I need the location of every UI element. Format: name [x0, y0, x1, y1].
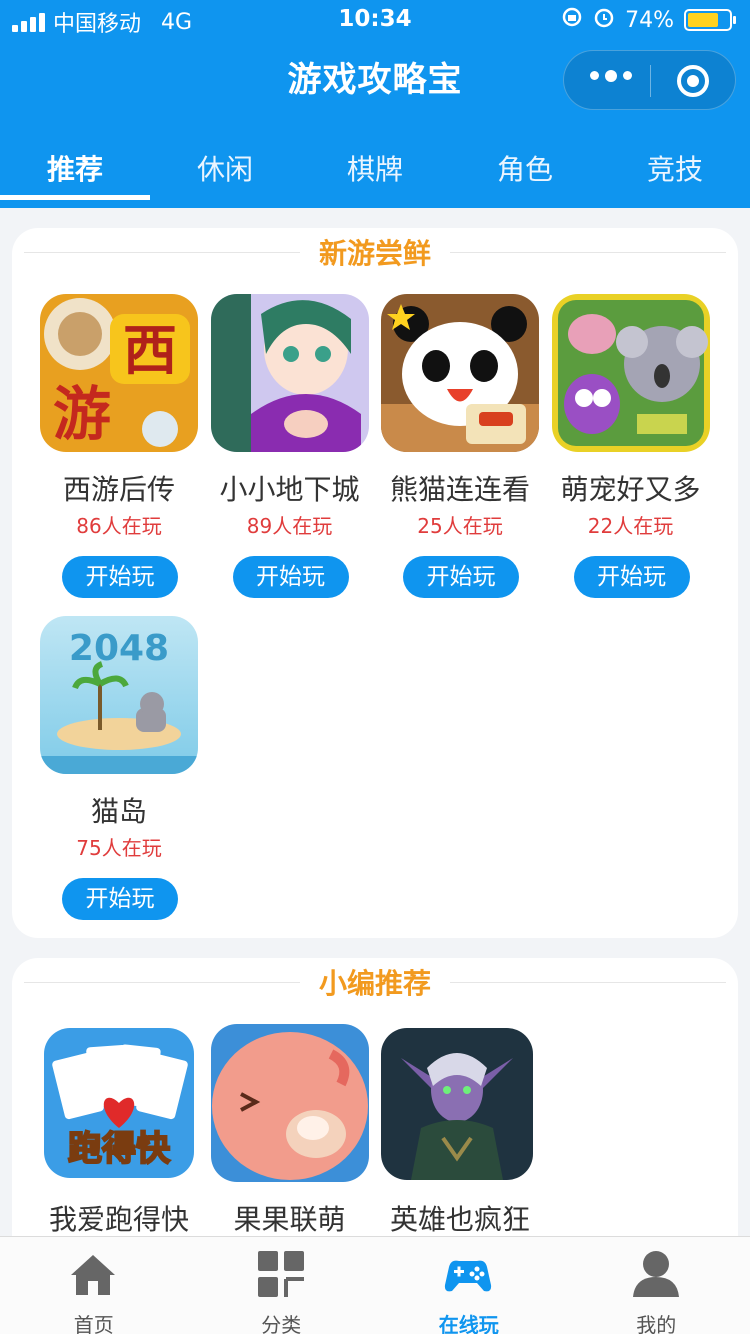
nav-home[interactable]: 首页 — [0, 1237, 188, 1334]
game-name: 小小地下城 — [219, 473, 360, 506]
game-name: 猫岛 — [90, 795, 147, 828]
game-name: 萌宠好又多 — [560, 473, 701, 506]
xiyou-game-icon[interactable]: 西 游 — [40, 294, 198, 452]
game-card[interactable]: 西 游 西游后传 86人在玩 开始玩 — [34, 294, 205, 616]
game-name: 英雄也疯狂 — [389, 1203, 530, 1236]
cat-island-2048-icon[interactable]: 2048 — [40, 616, 198, 774]
game-card[interactable]: 萌宠好又多 22人在玩 开始玩 — [546, 294, 717, 616]
new-games-section: 新游尝鲜 西 游 西游后传 86人在玩 开始玩 小小地下城 89人在玩 开始玩 … — [12, 228, 738, 938]
online-count: 89人在玩 — [246, 514, 333, 538]
game-name: 西游后传 — [62, 473, 175, 506]
svg-text:跑得快: 跑得快 — [68, 1129, 171, 1169]
icon-text-2048: 2048 — [69, 628, 169, 669]
battery-percent: 74% — [625, 7, 674, 33]
tab-chess-cards[interactable]: 棋牌 — [300, 140, 450, 208]
nav-label: 我的 — [636, 1313, 677, 1334]
tab-casual[interactable]: 休闲 — [150, 140, 300, 208]
nav-label: 首页 — [73, 1313, 114, 1334]
online-count: 75人在玩 — [76, 836, 162, 860]
mini-program-capsule — [563, 50, 736, 110]
tab-competitive[interactable]: 竞技 — [600, 140, 750, 208]
online-count: 25人在玩 — [417, 514, 503, 538]
anime-girl-game-icon[interactable] — [210, 294, 369, 452]
nav-play-online[interactable]: 在线玩 — [375, 1237, 563, 1334]
start-play-button[interactable]: 开始玩 — [62, 556, 178, 598]
divider — [450, 252, 726, 253]
game-name: 熊猫连连看 — [389, 473, 530, 506]
alarm-icon — [593, 6, 615, 34]
bottom-nav: 首页 分类 在线玩 我的 — [0, 1236, 750, 1334]
svg-text:游: 游 — [53, 380, 111, 448]
close-target-icon[interactable] — [677, 65, 709, 97]
divider — [450, 982, 726, 983]
night-elf-hero-icon[interactable] — [381, 1028, 533, 1180]
editor-picks-section: 小编推荐 跑得快 我爱跑得快 果果联萌 英雄也疯狂 — [12, 958, 738, 1258]
online-count: 22人在玩 — [587, 514, 674, 538]
rotation-lock-icon — [561, 6, 583, 34]
svg-text:西: 西 — [123, 319, 177, 382]
tab-rpg[interactable]: 角色 — [450, 140, 600, 208]
status-bar: 中国移动 4G 10:34 74% — [0, 0, 750, 40]
start-play-button[interactable]: 开始玩 — [62, 878, 178, 920]
game-card[interactable]: 熊猫连连看 25人在玩 开始玩 — [375, 294, 546, 616]
header: 中国移动 4G 10:34 74% 游戏攻略宝 推荐 休闲 棋牌 角色 竞技 — [0, 0, 750, 208]
game-card[interactable]: 小小地下城 89人在玩 开始玩 — [205, 294, 376, 616]
nav-category[interactable]: 分类 — [188, 1237, 376, 1334]
game-grid: 西 游 西游后传 86人在玩 开始玩 小小地下城 89人在玩 开始玩 熊猫连连看… — [34, 294, 724, 938]
panda-game-icon[interactable] — [381, 294, 539, 452]
start-play-button[interactable]: 开始玩 — [403, 556, 519, 598]
game-name: 我爱跑得快 — [48, 1203, 189, 1236]
nav-label: 分类 — [261, 1313, 302, 1334]
tab-recommend[interactable]: 推荐 — [0, 140, 150, 208]
category-grid-icon — [256, 1249, 306, 1299]
poker-cards-game-icon[interactable]: 跑得快 — [44, 1028, 194, 1178]
category-tabs: 推荐 休闲 棋牌 角色 竞技 — [0, 140, 750, 208]
start-play-button[interactable]: 开始玩 — [573, 556, 690, 598]
home-icon — [68, 1249, 118, 1299]
pink-blob-game-icon[interactable] — [210, 1024, 369, 1182]
online-count: 86人在玩 — [76, 514, 162, 538]
battery-icon — [684, 9, 736, 31]
game-card[interactable]: 2048 猫岛 75人在玩 开始玩 — [34, 616, 205, 938]
user-icon — [631, 1249, 681, 1299]
start-play-button[interactable]: 开始玩 — [232, 556, 349, 598]
nav-me[interactable]: 我的 — [563, 1237, 750, 1334]
gamepad-icon — [443, 1249, 493, 1299]
game-name: 果果联萌 — [233, 1203, 346, 1236]
more-icon[interactable] — [590, 70, 632, 82]
koala-game-icon[interactable] — [551, 294, 710, 452]
nav-label: 在线玩 — [438, 1313, 499, 1334]
